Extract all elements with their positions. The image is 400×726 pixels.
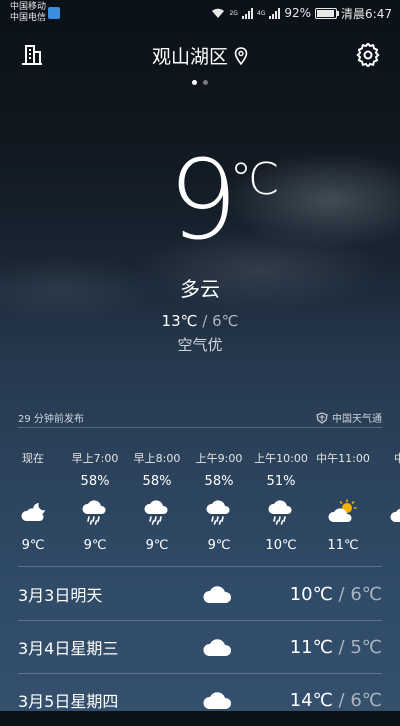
rain-icon: [250, 494, 312, 530]
carrier-labels: 中国移动 中国电信: [10, 2, 46, 24]
daily-low: 6℃: [350, 583, 382, 605]
hourly-time: 早上7:00: [71, 452, 119, 465]
hourly-item: 上午10:00 51% 10℃: [250, 452, 312, 553]
gear-icon[interactable]: [356, 43, 380, 67]
hourly-item: 早上8:00 58% 9℃: [126, 452, 188, 553]
hilo-separator: /: [197, 312, 213, 330]
daily-separator: /: [332, 636, 351, 658]
hourly-precip: [2, 472, 64, 492]
rain-icon: [126, 494, 188, 530]
daily-high: 11℃: [289, 636, 333, 658]
hourly-time: 现在: [22, 452, 44, 465]
cloudy-night-icon: [2, 494, 64, 530]
hourly-precip: 51%: [266, 474, 296, 489]
battery-icon: [315, 7, 340, 19]
hourly-temp: 1: [374, 538, 400, 553]
signal-icon-1: [241, 7, 253, 19]
daily-row[interactable]: 3月4日星期三 11℃ / 5℃: [18, 621, 382, 673]
hourly-temp: 9℃: [145, 538, 169, 553]
divider: [18, 566, 382, 567]
hourly-precip: [374, 472, 400, 492]
hourly-temp: 9℃: [83, 538, 107, 553]
source-name: 中国天气通: [332, 414, 382, 425]
daily-temps: 11℃ / 5℃: [248, 637, 382, 658]
current-condition: 多云: [180, 277, 220, 301]
hourly-item: 中午 1: [374, 452, 400, 553]
daily-separator: /: [332, 689, 351, 711]
hourly-precip: 58%: [204, 474, 234, 489]
daily-row[interactable]: 3月3日明天 10℃ / 6℃: [18, 568, 382, 620]
partly-cloudy-icon: [312, 494, 374, 530]
network-4g: 4G: [256, 9, 266, 17]
daily-temps: 10℃ / 6℃: [248, 584, 382, 605]
daily-low: 6℃: [350, 689, 382, 711]
page-dot: [203, 80, 208, 85]
hourly-time: 上午10:00: [254, 452, 308, 465]
rain-icon: [64, 494, 126, 530]
partly-cloudy-icon: [374, 494, 400, 530]
app-notification-icon: [48, 7, 60, 19]
battery-percent: 92%: [284, 6, 312, 20]
wifi-icon: [212, 8, 225, 18]
daily-date: 3月5日星期四: [18, 692, 119, 711]
daily-low: 5℃: [350, 636, 382, 658]
hourly-item: 中午11:00 11℃: [312, 452, 374, 553]
hourly-time: 早上8:00: [133, 452, 181, 465]
hourly-item: 早上7:00 58% 9℃: [64, 452, 126, 553]
hourly-temp: 9℃: [207, 538, 231, 553]
page-dot-active: [192, 80, 197, 85]
carrier-1: 中国移动: [10, 2, 47, 12]
clock: 清晨6:47: [341, 6, 392, 21]
rain-icon: [188, 494, 250, 530]
cloud-icon: [188, 689, 248, 711]
cloud-icon: [188, 583, 248, 605]
daily-row[interactable]: 3月5日星期四 14℃ / 6℃: [18, 674, 382, 726]
location-pin-icon: [234, 46, 248, 65]
daily-high: 10℃: [289, 583, 333, 605]
hourly-temp: 11℃: [327, 538, 359, 553]
today-high-low: 13℃ / 6℃: [0, 312, 400, 330]
hourly-temp: 9℃: [21, 538, 45, 553]
daily-separator: /: [332, 583, 351, 605]
divider: [18, 427, 382, 428]
location-name: 观山湖区: [151, 46, 228, 68]
daily-date: 3月3日明天: [18, 586, 103, 605]
signal-icon-2: [269, 7, 281, 19]
daily-temps: 14℃ / 6℃: [248, 690, 382, 711]
hourly-temp: 10℃: [265, 538, 297, 553]
hourly-precip: [312, 472, 374, 492]
data-source[interactable]: 中国天气通: [316, 410, 382, 425]
hourly-time: 上午9:00: [195, 452, 243, 465]
cloud-icon: [188, 636, 248, 658]
daily-date: 3月4日星期三: [18, 639, 119, 658]
current-temperature: 9: [168, 136, 238, 264]
hourly-item: 上午9:00 58% 9℃: [188, 452, 250, 553]
today-high: 13℃: [161, 312, 198, 330]
hourly-precip: 58%: [142, 474, 172, 489]
page-indicator: [0, 80, 400, 85]
status-right: 2G 4G 92% 清晨6:47: [211, 4, 392, 22]
location-title[interactable]: 观山湖区: [0, 42, 400, 69]
hourly-precip: 58%: [80, 474, 110, 489]
hourly-time: 中午11:00: [316, 452, 370, 465]
published-time: 29 分钟前发布: [18, 414, 84, 425]
air-quality[interactable]: 空气优: [0, 334, 400, 355]
network-2g: 2G: [229, 9, 238, 17]
daily-high: 14℃: [289, 689, 333, 711]
carrier-2: 中国电信: [10, 13, 47, 23]
hourly-item: 现在 9℃: [2, 452, 64, 553]
hourly-time: 中午: [394, 452, 400, 465]
current-temperature-unit: ℃: [230, 154, 280, 205]
today-low: 6℃: [212, 312, 239, 330]
source-logo-icon: [316, 411, 328, 424]
